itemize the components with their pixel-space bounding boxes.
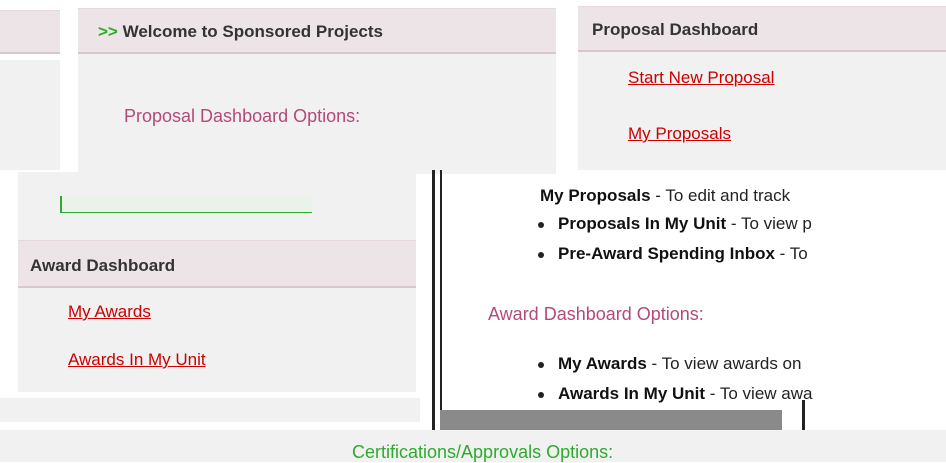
awards-in-my-unit-link[interactable]: Awards In My Unit (68, 350, 206, 370)
bullet-icon (538, 361, 544, 368)
welcome-header: >> Welcome to Sponsored Projects (78, 8, 556, 54)
garbled-link[interactable] (60, 196, 312, 213)
left-strip-top (0, 60, 60, 170)
bullet-icon (538, 221, 544, 228)
proposal-dashboard-header: Proposal Dashboard (578, 6, 946, 52)
proposal-option-1: My Proposals - To edit and track (540, 186, 791, 205)
welcome-title: Welcome to Sponsored Projects (122, 22, 384, 41)
proposal-option-2: Proposals In My Unit - To view p (538, 214, 812, 234)
award-options-heading: Award Dashboard Options: (488, 304, 704, 324)
award-option-2: Awards In My Unit - To view awa (538, 384, 812, 404)
start-new-proposal-link[interactable]: Start New Proposal (628, 68, 774, 88)
award-dashboard-title: Award Dashboard (30, 256, 176, 275)
artifact-bar-1 (432, 170, 435, 462)
my-awards-link[interactable]: My Awards (68, 302, 151, 322)
arrow-icon: >> (98, 22, 118, 41)
bullet-icon (538, 391, 544, 398)
award-dashboard-header: Award Dashboard (18, 240, 416, 288)
bullet-icon (538, 251, 544, 258)
proposal-option-1-name: My Proposals (540, 186, 651, 205)
certifications-heading: Certifications/Approvals Options: (352, 442, 614, 462)
proposal-dashboard-title: Proposal Dashboard (592, 20, 759, 39)
bottom-left-strip (0, 398, 420, 422)
award-option-1: My Awards - To view awards on (538, 354, 801, 374)
my-proposals-link[interactable]: My Proposals (628, 124, 731, 144)
proposal-options-heading: Proposal Dashboard Options: (124, 106, 361, 126)
proposal-option-3: Pre-Award Spending Inbox - To (538, 244, 808, 264)
left-strip-header (0, 10, 60, 54)
